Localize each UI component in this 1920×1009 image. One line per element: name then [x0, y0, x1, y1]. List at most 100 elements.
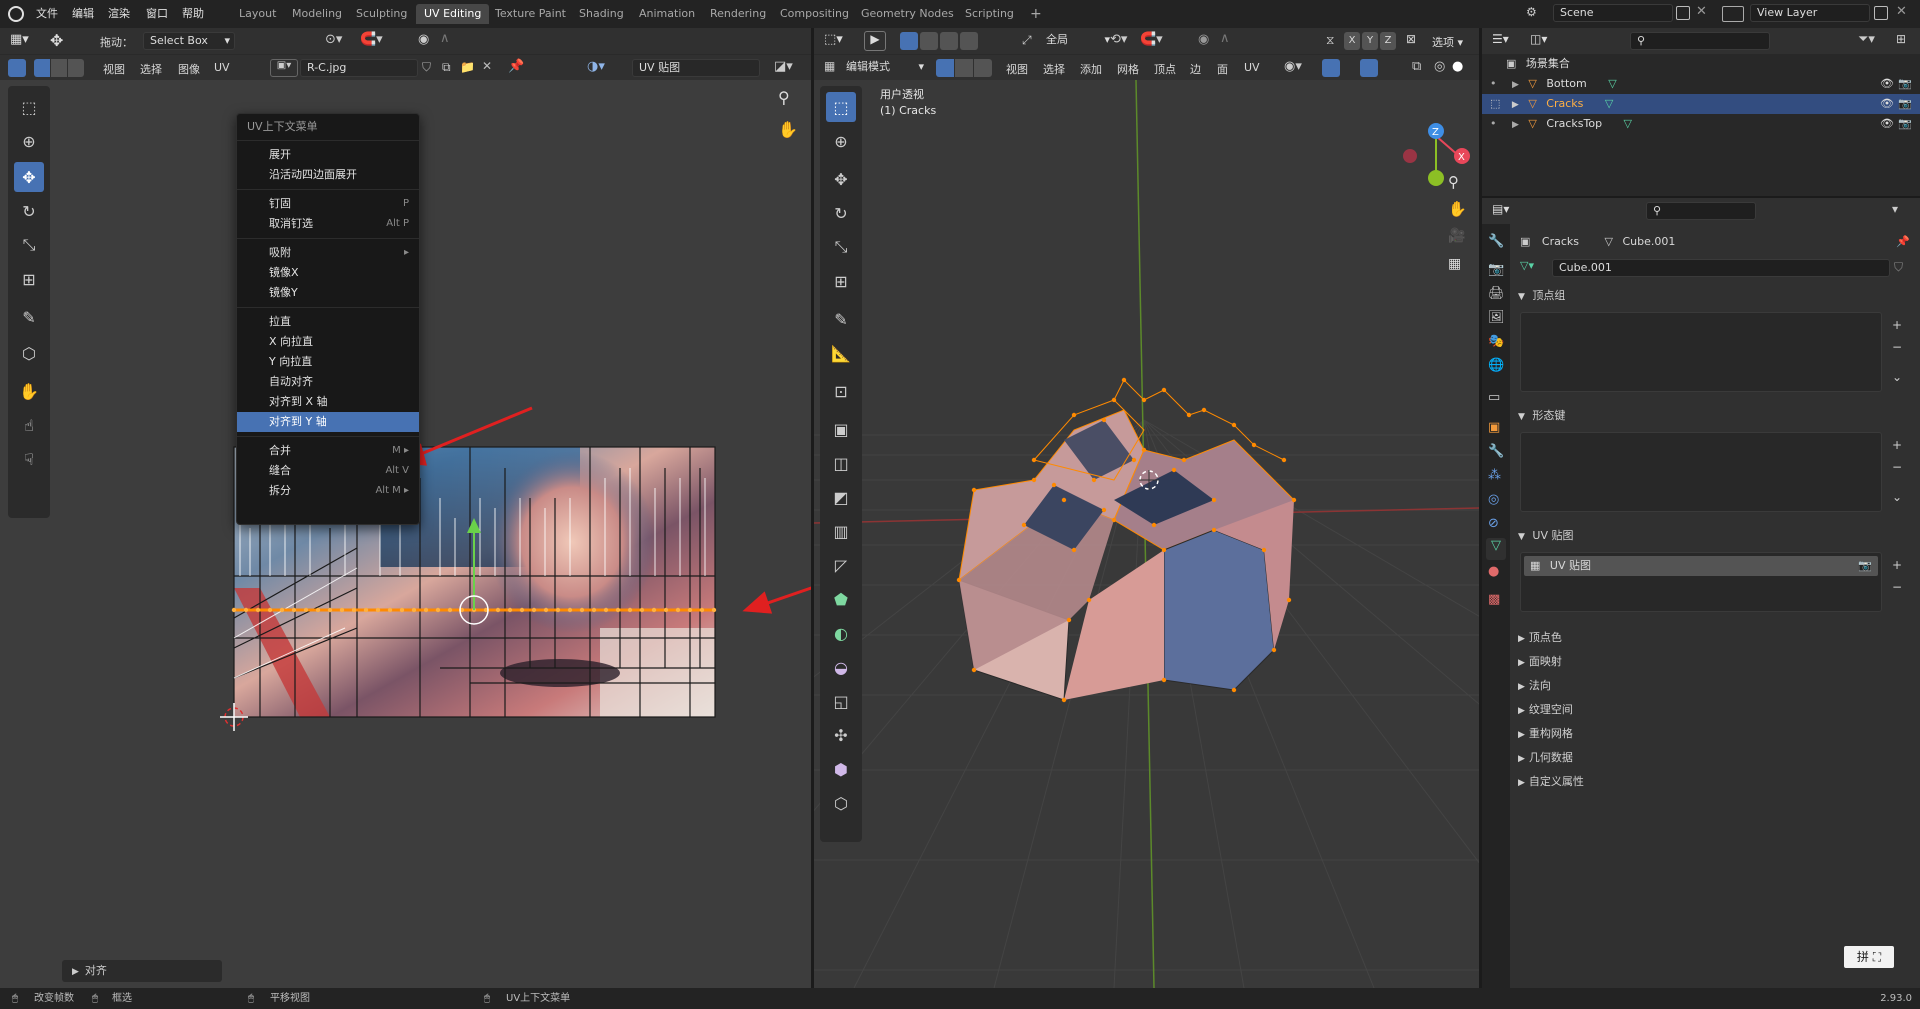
- camera-view-icon[interactable]: 🎥: [1448, 228, 1465, 244]
- select-mode-subtract-icon[interactable]: [940, 32, 958, 50]
- tab-modeling[interactable]: Modeling: [284, 4, 350, 24]
- panel-remesh[interactable]: ▶ 重构网格: [1518, 722, 1910, 746]
- viewport-menu-face[interactable]: 面: [1217, 61, 1228, 77]
- expand-arrow-icon[interactable]: ▶: [1512, 120, 1519, 130]
- tab-uv-editing[interactable]: UV Editing: [416, 4, 490, 24]
- tab-texture-paint[interactable]: Texture Paint: [487, 4, 574, 24]
- viewport-menu-uv[interactable]: UV: [1244, 61, 1260, 74]
- properties-options-icon[interactable]: ▾: [1892, 202, 1898, 216]
- render-camera-icon[interactable]: 📷: [1898, 74, 1912, 94]
- menu-edit[interactable]: 编辑: [72, 5, 94, 21]
- last-operation-panel[interactable]: ▶ 对齐: [62, 960, 222, 982]
- viewport-menu-add[interactable]: 添加: [1080, 61, 1102, 77]
- menu-mirror-x[interactable]: 镜像X: [237, 263, 419, 283]
- transform-orientation-dropdown[interactable]: 全局 ▾: [1040, 32, 1114, 50]
- options-dropdown[interactable]: 选项 ▾: [1432, 34, 1463, 50]
- tab-scripting[interactable]: Scripting: [957, 4, 1022, 24]
- panel-geometry-data[interactable]: ▶ 几何数据: [1518, 746, 1910, 770]
- menu-straighten[interactable]: 拉直: [237, 312, 419, 332]
- viewport-pivot-icon[interactable]: ⟲▾: [1110, 32, 1127, 47]
- viewport-select-tool-icon[interactable]: ▶: [864, 31, 886, 51]
- shape-key-remove-icon[interactable]: −: [1888, 458, 1906, 476]
- view-layer-icon[interactable]: [1722, 6, 1744, 22]
- render-camera-icon[interactable]: 📷: [1898, 114, 1912, 134]
- panel-texture-space[interactable]: ▶ 纹理空间: [1518, 698, 1910, 722]
- panel-normals[interactable]: ▶ 法向: [1518, 674, 1910, 698]
- mode-dropdown[interactable]: 编辑模式 ▾: [840, 59, 926, 77]
- shading-wire-icon[interactable]: ◎: [1434, 59, 1445, 74]
- cracks-mesh-object[interactable]: [958, 379, 1295, 701]
- select-mode-set-icon[interactable]: [900, 32, 918, 50]
- viewport-snap-icon[interactable]: 🧲▾: [1140, 32, 1163, 47]
- mesh-data-icon[interactable]: ▽: [1605, 97, 1613, 110]
- material-tab-icon[interactable]: ●: [1488, 564, 1499, 579]
- orientation-icon[interactable]: ⤢: [1022, 33, 1032, 48]
- world-tab-icon[interactable]: 🌐: [1488, 358, 1504, 373]
- vp-cursor-tool-icon[interactable]: ⊕: [826, 126, 856, 156]
- vp-move-tool-icon[interactable]: ✥: [826, 164, 856, 194]
- object-tab-icon[interactable]: ▣: [1488, 420, 1500, 435]
- options-icon[interactable]: ⊠: [1406, 32, 1416, 46]
- tab-shading[interactable]: Shading: [571, 4, 632, 24]
- delete-view-layer-icon[interactable]: ✕: [1896, 4, 1907, 19]
- smooth-tool-icon[interactable]: ◒: [826, 652, 856, 682]
- new-view-layer-icon[interactable]: [1874, 6, 1888, 20]
- uv-map-list-item[interactable]: ▦ UV 贴图 📷: [1524, 556, 1878, 576]
- gizmo-neg-x[interactable]: [1403, 149, 1417, 163]
- visibility-eye-icon[interactable]: 👁: [1880, 114, 1894, 134]
- viewport-menu-edge[interactable]: 边: [1190, 61, 1201, 77]
- uv-map-remove-icon[interactable]: −: [1888, 578, 1906, 596]
- shape-key-list[interactable]: [1520, 432, 1882, 512]
- blender-logo-icon[interactable]: [8, 6, 24, 22]
- viewport-menu-view[interactable]: 视图: [1006, 61, 1028, 77]
- tab-layout[interactable]: Layout: [231, 4, 284, 24]
- outliner-row-cracks[interactable]: ⬚ ▶ ▽ Cracks ▽ 👁 📷: [1482, 94, 1920, 114]
- constraints-tab-icon[interactable]: ⊘: [1488, 516, 1499, 531]
- axis-y-toggle[interactable]: Y: [1362, 32, 1378, 50]
- mesh-data-icon[interactable]: ▽: [1624, 117, 1632, 130]
- menu-align-x[interactable]: 对齐到 X 轴: [237, 392, 419, 412]
- expand-arrow-icon[interactable]: ▶: [1512, 80, 1519, 90]
- shape-key-add-icon[interactable]: +: [1888, 436, 1906, 454]
- loop-cut-tool-icon[interactable]: ▥: [826, 516, 856, 546]
- scene-selector-icon[interactable]: ⚙: [1526, 5, 1550, 23]
- mesh-name-field[interactable]: Cube.001: [1552, 259, 1890, 277]
- menu-snap[interactable]: 吸附 ▸: [237, 243, 419, 263]
- vertex-group-list[interactable]: [1520, 312, 1882, 392]
- vp-transform-tool-icon[interactable]: ⊞: [826, 266, 856, 296]
- axis-z-toggle[interactable]: Z: [1380, 32, 1396, 50]
- add-cube-tool-icon[interactable]: ⊡: [826, 376, 856, 406]
- display-mode-icon[interactable]: ◫▾: [1530, 32, 1547, 46]
- panel-uv-maps[interactable]: ▼ UV 贴图: [1518, 524, 1910, 548]
- menu-straighten-y[interactable]: Y 向拉直: [237, 352, 419, 372]
- menu-split[interactable]: 拆分 Alt M ▸: [237, 481, 419, 501]
- ime-indicator-icon[interactable]: 拼 ⛶: [1844, 946, 1894, 968]
- view-layer-field[interactable]: View Layer: [1750, 4, 1870, 22]
- active-render-camera-icon[interactable]: 📷: [1858, 556, 1872, 576]
- menu-straighten-x[interactable]: X 向拉直: [237, 332, 419, 352]
- xray-icon[interactable]: ⧉: [1412, 59, 1421, 74]
- vp-scale-tool-icon[interactable]: ⤡: [826, 232, 856, 262]
- face-select-mode-icon[interactable]: [974, 59, 992, 77]
- view-layer-tab-icon[interactable]: 🖼: [1488, 310, 1505, 325]
- new-collection-icon[interactable]: ⊞: [1896, 32, 1906, 46]
- visibility-eye-icon[interactable]: 👁: [1880, 94, 1894, 114]
- uv-map-list[interactable]: ▦ UV 贴图 📷: [1520, 552, 1882, 612]
- vertex-group-add-icon[interactable]: +: [1888, 316, 1906, 334]
- menu-help[interactable]: 帮助: [182, 5, 204, 21]
- mirror-icon[interactable]: ⧖: [1326, 33, 1334, 48]
- visibility-eye-icon[interactable]: 👁: [1880, 74, 1894, 94]
- tab-compositing[interactable]: Compositing: [772, 4, 857, 24]
- panel-custom-properties[interactable]: ▶ 自定义属性: [1518, 770, 1910, 794]
- pin-icon[interactable]: 📌: [1896, 232, 1910, 252]
- select-mode-extend-icon[interactable]: [920, 32, 938, 50]
- shear-tool-icon[interactable]: ⬢: [826, 754, 856, 784]
- menu-pin[interactable]: 钉固 P: [237, 194, 419, 214]
- vp-rotate-tool-icon[interactable]: ↻: [826, 198, 856, 228]
- bevel-tool-icon[interactable]: ◩: [826, 482, 856, 512]
- scene-collection-row[interactable]: ▣ 场景集合: [1506, 54, 1906, 74]
- tab-animation[interactable]: Animation: [631, 4, 703, 24]
- visibility-icon[interactable]: ◉▾: [1284, 59, 1302, 74]
- particles-tab-icon[interactable]: ⁂: [1488, 468, 1501, 483]
- edge-slide-tool-icon[interactable]: ◱: [826, 686, 856, 716]
